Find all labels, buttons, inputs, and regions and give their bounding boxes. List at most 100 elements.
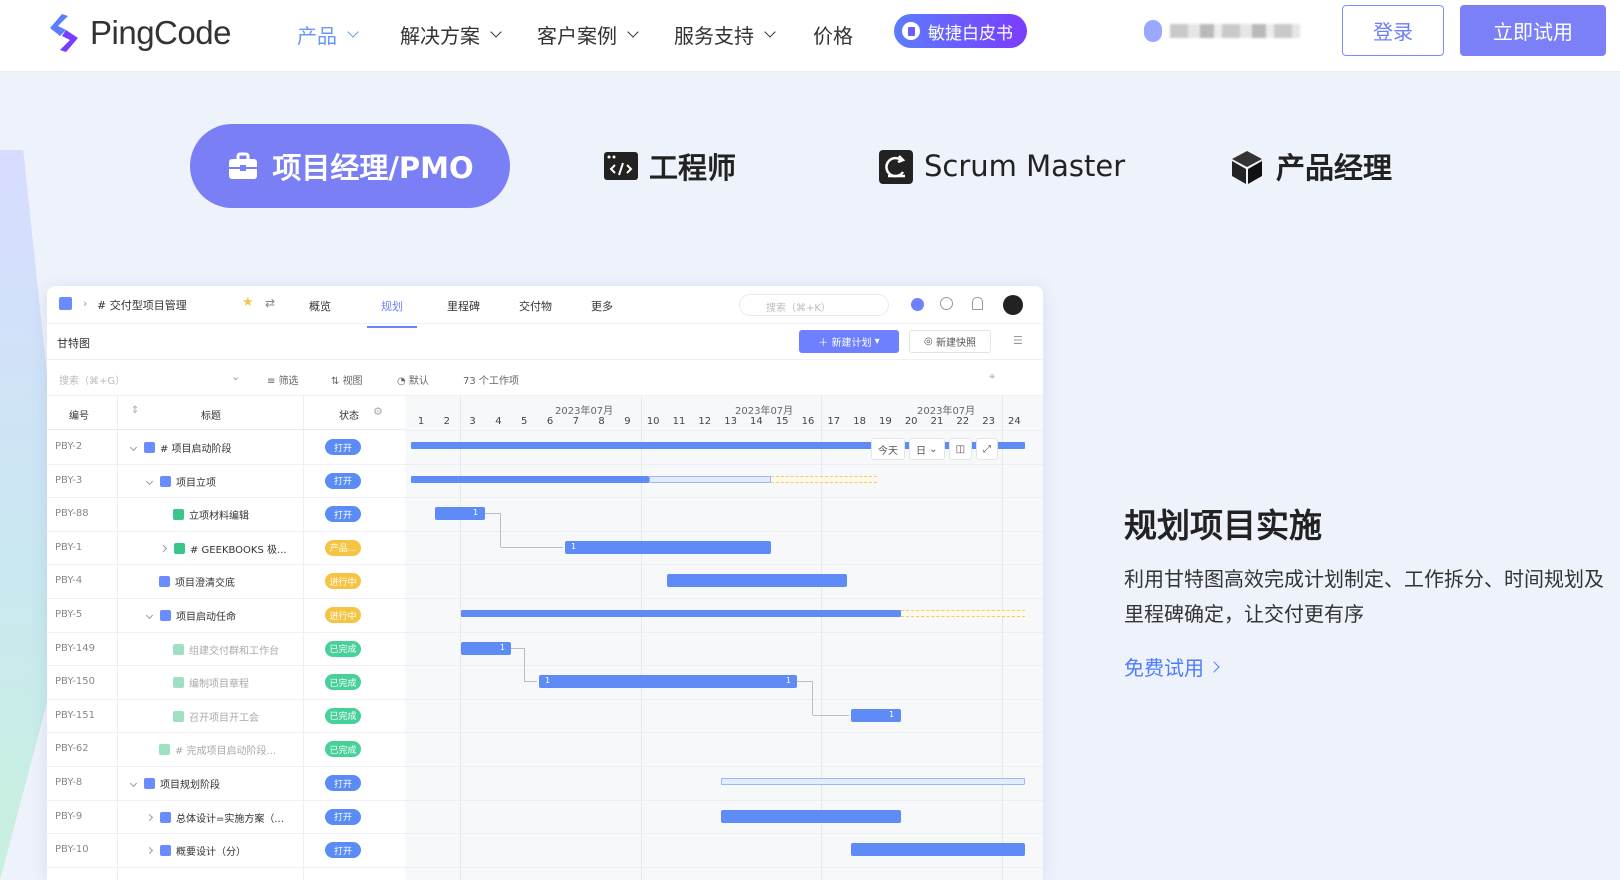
row-title[interactable]: 召开项目开工会 [173, 709, 259, 724]
table-row[interactable]: PBY-150 编制项目章程 已完成 [47, 665, 405, 700]
free-trial-link[interactable]: 免费试用 [1124, 652, 1220, 681]
status-badge[interactable]: 打开 [325, 808, 361, 825]
week-gridline [460, 396, 461, 880]
default-button[interactable]: ◔ 默认 [397, 372, 429, 387]
status-badge[interactable]: 进行中 [325, 607, 361, 623]
pin-icon[interactable]: ⌖ [989, 370, 995, 384]
day-label: 17 [827, 416, 841, 427]
nav-solutions[interactable]: 解决方案 [400, 20, 502, 49]
table-row[interactable]: PBY-10 概要设计（分） 打开 [47, 833, 405, 868]
status-badge[interactable]: 产品... [325, 539, 361, 556]
star-icon[interactable]: ★ [242, 295, 254, 310]
today-button[interactable]: 今天 [871, 438, 905, 460]
breadcrumb-project[interactable]: # 交付型项目管理 [97, 297, 187, 313]
help-icon[interactable] [940, 297, 953, 310]
tab-more[interactable]: 更多 [591, 298, 613, 314]
table-row[interactable]: PBY-88 立项材料编辑 打开 [47, 497, 405, 532]
row-title[interactable]: 编制项目章程 [173, 675, 249, 690]
chevron-down-icon[interactable] [145, 477, 154, 485]
row-title-text: 项目立项 [176, 477, 216, 489]
filter-label: 筛选 [278, 376, 299, 387]
row-title[interactable]: # GEEKBOOKS 极... [159, 541, 287, 556]
chevron-down-icon[interactable] [145, 611, 154, 620]
add-icon[interactable] [911, 298, 924, 311]
role-tab-pmo[interactable]: 项目经理/PMO [190, 124, 510, 208]
settings-icon[interactable]: ⚙ [373, 405, 383, 418]
nav-product[interactable]: 产品 [297, 20, 359, 49]
card-search-input[interactable]: 搜索（⌘+K） [739, 294, 889, 316]
nav-support[interactable]: 服务支持 [674, 20, 776, 49]
bell-icon[interactable] [972, 297, 983, 310]
tab-deliverables[interactable]: 交付物 [519, 298, 552, 314]
day-mode-select[interactable]: 日 ⌄ [909, 438, 945, 460]
tab-overview[interactable]: 概览 [309, 298, 331, 314]
tab-planning[interactable]: 规划 [367, 298, 417, 328]
row-title[interactable]: 立项材料编辑 [173, 507, 249, 522]
table-row[interactable]: PBY-62 # 完成项目启动阶段... 已完成 [47, 732, 405, 767]
status-badge[interactable]: 已完成 [325, 674, 361, 691]
tab-milestone[interactable]: 里程碑 [447, 298, 480, 314]
phone-icon [1144, 20, 1162, 42]
new-plan-label: 新建计划 [831, 338, 872, 349]
whitepaper-button[interactable]: 敏捷白皮书 [894, 14, 1027, 48]
filter-search-input[interactable]: 搜索（⌘+G） [59, 372, 125, 387]
list-icon[interactable]: ☰ [1013, 334, 1023, 347]
view-button[interactable]: ⇅ 视图 [331, 372, 363, 387]
table-row[interactable]: PBY-1 # GEEKBOOKS 极... 产品... [47, 531, 405, 566]
status-badge[interactable]: 打开 [325, 472, 361, 489]
role-tab-engineer[interactable]: 工程师 [603, 124, 736, 208]
row-title[interactable]: # 完成项目启动阶段... [159, 742, 276, 757]
table-row[interactable]: PBY-4 项目澄清交底 进行中 [47, 564, 405, 599]
status-badge[interactable]: 打开 [325, 842, 361, 859]
table-row[interactable]: PBY-2 # 项目启动阶段 打开 [47, 430, 405, 465]
phone-contact[interactable] [1144, 20, 1300, 42]
chevron-down-icon[interactable] [129, 779, 138, 788]
split-view-icon[interactable]: ◫ [948, 438, 973, 460]
role-tab-scrum[interactable]: Scrum Master [878, 124, 1125, 208]
status-badge[interactable]: 已完成 [325, 741, 361, 758]
row-title[interactable]: # 项目启动阶段 [129, 440, 232, 455]
new-snapshot-button[interactable]: ◎ 新建快照 [909, 330, 991, 353]
status-badge[interactable]: 进行中 [325, 573, 361, 590]
chevron-right-icon[interactable] [145, 813, 154, 821]
table-row[interactable]: PBY-9 总体设计=实施方案（... 打开 [47, 800, 405, 835]
chevron-right-icon[interactable] [159, 544, 168, 552]
role-tab-pm-label: 产品经理 [1276, 151, 1393, 185]
new-plan-button[interactable]: ＋ 新建计划 ▾ [799, 330, 899, 353]
table-row[interactable]: PBY-8 项目规划阶段 打开 [47, 766, 405, 801]
row-gridline [405, 430, 1043, 431]
status-badge[interactable]: 打开 [325, 775, 361, 791]
status-badge[interactable]: 已完成 [325, 707, 361, 724]
table-row[interactable]: PBY-149 组建交付群和工作台 已完成 [47, 632, 405, 667]
row-title[interactable]: 项目启动任命 [145, 608, 236, 623]
fullscreen-icon[interactable]: ⤢ [976, 438, 999, 460]
switch-icon[interactable]: ⇄ [265, 296, 275, 310]
chevron-down-icon[interactable] [129, 443, 138, 452]
avatar[interactable] [1003, 295, 1023, 315]
logo[interactable]: PingCode [46, 12, 231, 54]
trial-button[interactable]: 立即试用 [1460, 5, 1606, 56]
task-bar: 11 [539, 675, 797, 689]
table-row[interactable]: PBY-3 项目立项 打开 [47, 464, 405, 499]
chevron-right-icon[interactable] [145, 847, 154, 855]
chevron-down-icon[interactable]: ⌄ [231, 370, 240, 383]
nav-pricing[interactable]: 价格 [813, 20, 853, 49]
role-tab-pm[interactable]: 产品经理 [1230, 124, 1392, 208]
table-row[interactable]: PBY-151 召开项目开工会 已完成 [47, 699, 405, 734]
table-row[interactable]: PBY-5 项目启动任命 进行中 [47, 598, 405, 633]
row-title[interactable]: 概要设计（分） [145, 843, 246, 858]
status-badge[interactable]: 打开 [325, 506, 361, 523]
status-badge[interactable]: 打开 [325, 439, 361, 455]
row-title[interactable]: 组建交付群和工作台 [173, 642, 279, 657]
row-gridline [405, 833, 1043, 835]
row-title[interactable]: 项目立项 [145, 474, 216, 489]
row-title[interactable]: 总体设计=实施方案（... [145, 810, 284, 825]
login-button[interactable]: 登录 [1342, 5, 1444, 56]
nav-cases[interactable]: 客户案例 [537, 20, 639, 49]
status-badge[interactable]: 已完成 [325, 640, 361, 657]
dependency-count: 1 [499, 642, 505, 652]
sort-icon[interactable]: ⇕ [131, 405, 139, 416]
row-title[interactable]: 项目规划阶段 [129, 776, 220, 791]
row-title[interactable]: 项目澄清交底 [159, 574, 235, 589]
filter-button[interactable]: ≡ 筛选 [267, 372, 299, 387]
